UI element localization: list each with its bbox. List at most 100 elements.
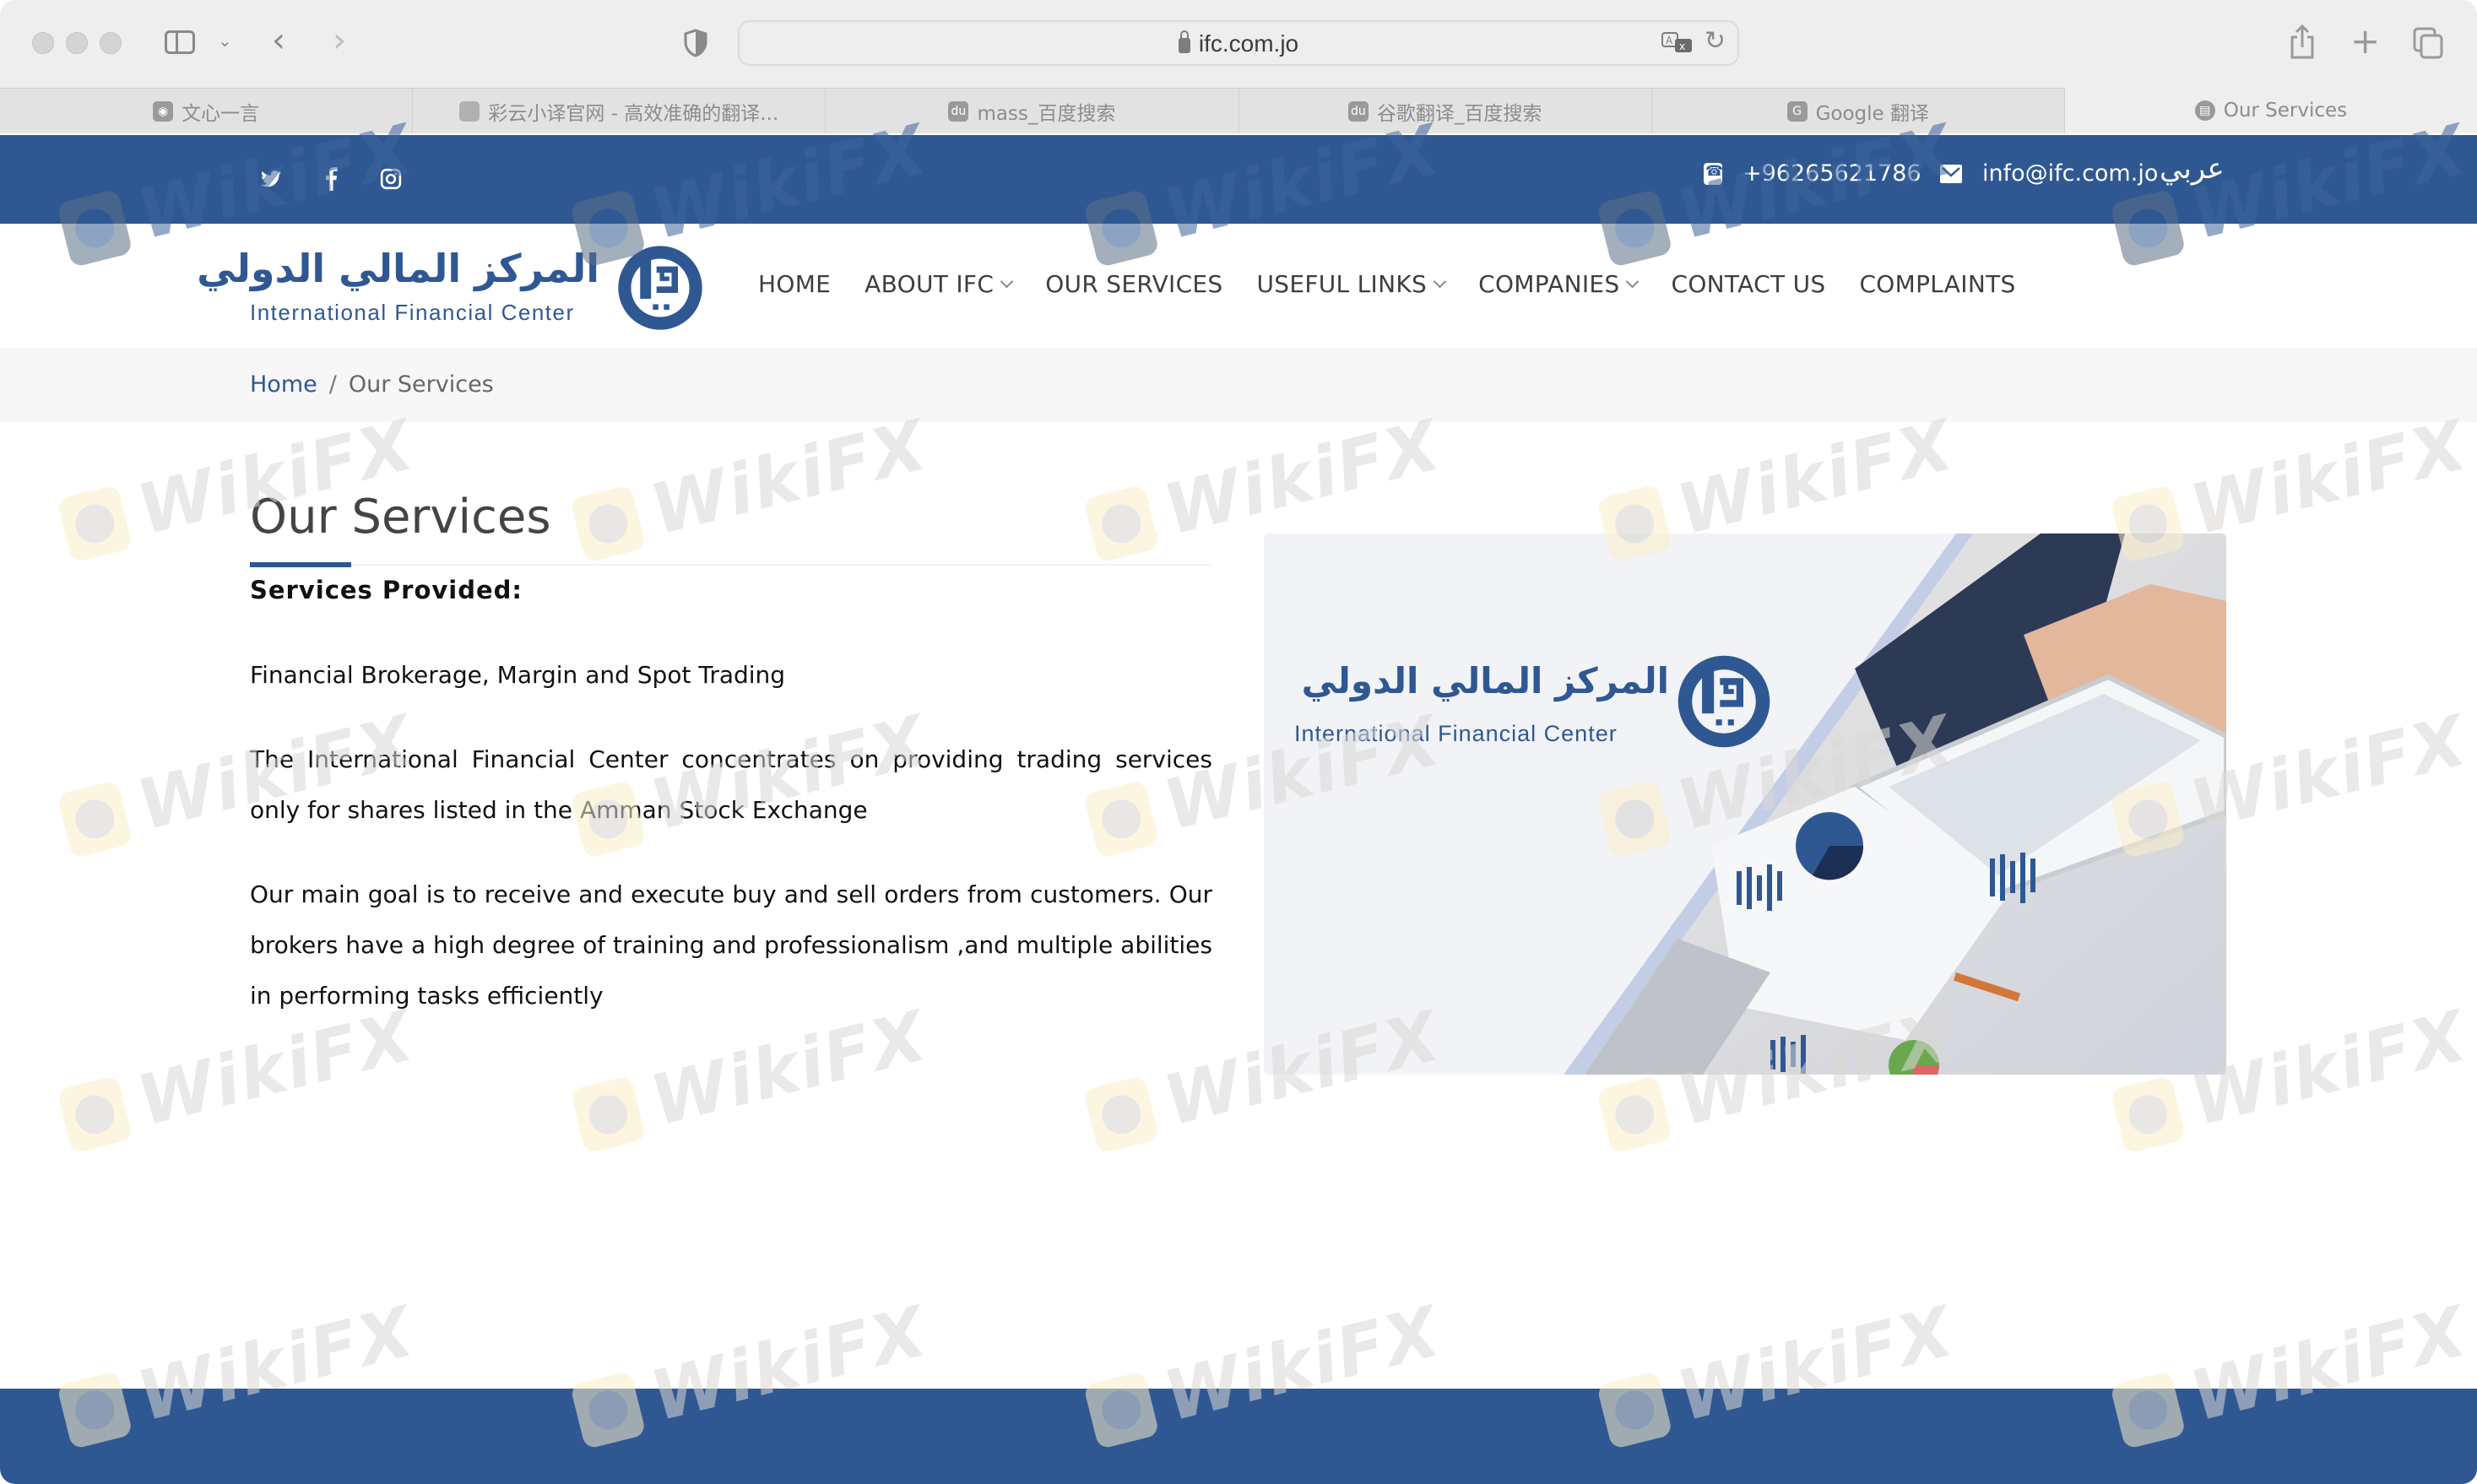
- wikifx-logo-icon: [2109, 1075, 2187, 1154]
- nav-contact-us[interactable]: CONTACT US: [1671, 270, 1825, 298]
- tab-strip: ◉ 文心一言 彩云小译官网 - 高效准确的翻译... du mass_百度搜索 …: [0, 88, 2477, 133]
- service-paragraph: Our main goal is to receive and execute …: [250, 880, 1212, 1010]
- svg-text:A: A: [1666, 35, 1673, 46]
- back-icon[interactable]: ‹: [272, 24, 285, 57]
- ifc-logo-mark-icon: [1678, 655, 1770, 748]
- wikifx-logo-icon: [1596, 1075, 1673, 1154]
- chevron-down-icon: [1000, 274, 1014, 289]
- tab-overview-icon[interactable]: [2413, 27, 2445, 59]
- tab-baidu-mass[interactable]: du mass_百度搜索: [826, 88, 1239, 133]
- wikifx-logo-icon: [1082, 484, 1160, 563]
- service-paragraph: The International Financial Center conce…: [250, 745, 1212, 824]
- google-translate-icon: G: [1786, 100, 1808, 122]
- tab-label: 彩云小译官网 - 高效准确的翻译...: [488, 102, 779, 125]
- baidu-icon: du: [1347, 100, 1369, 122]
- phone-contact[interactable]: +96265621786: [1704, 160, 1921, 187]
- chevron-down-icon[interactable]: ⌄: [218, 32, 232, 49]
- nav-about-ifc[interactable]: ABOUT IFC: [865, 270, 1014, 298]
- breadcrumb-separator: /: [328, 371, 337, 398]
- nav-companies[interactable]: COMPANIES: [1478, 270, 1640, 298]
- title-divider: [250, 564, 1212, 566]
- wikifx-watermark: WikiFX: [55, 405, 422, 570]
- site-logo[interactable]: المركز المالي الدولي International Finan…: [197, 241, 706, 333]
- top-contact-bar: +96265621786 info@ifc.com.jo عربي: [0, 135, 2477, 224]
- caiyun-icon: [459, 100, 480, 122]
- phone-icon: [1704, 162, 1723, 185]
- wikifx-logo-icon: [1082, 1075, 1160, 1154]
- title-accent-bar: [250, 562, 351, 567]
- url-display[interactable]: ifc.com.jo: [740, 30, 1737, 57]
- tab-wenxin[interactable]: ◉ 文心一言: [0, 88, 414, 133]
- logo-arabic-text: المركز المالي الدولي: [197, 246, 599, 291]
- tab-our-services[interactable]: ▤ Our Services: [2064, 88, 2477, 133]
- main-nav: HOME ABOUT IFC OUR SERVICES USEFUL LINKS…: [758, 270, 2016, 298]
- nav-our-services[interactable]: OUR SERVICES: [1045, 270, 1222, 298]
- site-footer: [0, 1389, 2477, 1484]
- facebook-icon[interactable]: [324, 167, 338, 191]
- wikifx-logo-icon: [569, 1075, 647, 1154]
- chevron-down-icon: [1626, 274, 1640, 289]
- tab-label: Google 翻译: [1815, 102, 1929, 125]
- tab-label: mass_百度搜索: [977, 102, 1116, 125]
- business-analytics-photo: [1264, 533, 2226, 1075]
- language-switch[interactable]: عربي: [2160, 152, 2225, 186]
- tab-label: Our Services: [2223, 100, 2348, 122]
- wikifx-logo-icon: [56, 1075, 133, 1154]
- tab-caiyun[interactable]: 彩云小译官网 - 高效准确的翻译...: [413, 88, 827, 133]
- watermark-text: WikiFX: [1670, 405, 1962, 551]
- nav-label: HOME: [758, 270, 832, 298]
- breadcrumb-home-link[interactable]: Home: [250, 371, 317, 398]
- reload-icon[interactable]: ↻: [1705, 29, 1726, 54]
- breadcrumb-current: Our Services: [348, 371, 494, 398]
- instagram-icon[interactable]: [380, 168, 402, 190]
- twitter-icon[interactable]: [260, 170, 282, 188]
- close-window-button[interactable]: [32, 32, 54, 54]
- nav-label: ABOUT IFC: [865, 270, 995, 298]
- wikifx-logo-icon: [569, 484, 647, 563]
- lock-icon: [1178, 30, 1190, 53]
- baidu-icon: du: [948, 100, 969, 122]
- breadcrumb-bar: Home / Our Services: [0, 348, 2477, 422]
- tab-label: 谷歌翻译_百度搜索: [1376, 102, 1542, 125]
- translate-icon[interactable]: A x: [1661, 31, 1694, 57]
- sidebar-toggle-icon[interactable]: [165, 30, 195, 54]
- ifc-logo-mark-icon: [618, 246, 702, 330]
- nav-home[interactable]: HOME: [758, 270, 831, 298]
- watermark-text: WikiFX: [643, 405, 935, 551]
- services-hero-image: المركز المالي الدولي International Finan…: [1264, 533, 2226, 1075]
- wikifx-logo-icon: [56, 779, 133, 858]
- logo-english-text: International Financial Center: [250, 300, 575, 325]
- minimize-window-button[interactable]: [66, 32, 88, 54]
- service-paragraph: Financial Brokerage, Margin and Spot Tra…: [250, 661, 786, 689]
- email-icon: [1940, 164, 1962, 183]
- forward-icon[interactable]: ›: [333, 24, 346, 57]
- services-subheading: Services Provided:: [250, 576, 523, 604]
- new-tab-icon[interactable]: +: [2350, 24, 2380, 59]
- watermark-text: WikiFX: [2183, 405, 2475, 551]
- privacy-shield-icon[interactable]: [684, 29, 707, 57]
- email-contact[interactable]: info@ifc.com.jo: [1940, 160, 2158, 187]
- url-text: ifc.com.jo: [1198, 30, 1299, 57]
- share-icon[interactable]: [2290, 24, 2315, 59]
- site-header: المركز المالي الدولي International Finan…: [0, 224, 2477, 348]
- page-title: Our Services: [250, 490, 551, 544]
- wikifx-logo-icon: [56, 484, 133, 563]
- hero-logo-arabic: المركز المالي الدولي: [1301, 660, 1669, 701]
- zoom-window-button[interactable]: [100, 32, 122, 54]
- ifc-icon: ▤: [2194, 100, 2215, 121]
- email-address[interactable]: info@ifc.com.jo: [1982, 160, 2158, 187]
- nav-complaints[interactable]: COMPLAINTS: [1859, 270, 2015, 298]
- hero-logo-english: International Financial Center: [1294, 721, 1618, 746]
- nav-label: COMPLAINTS: [1859, 270, 2016, 298]
- tab-baidu-google-translate[interactable]: du 谷歌翻译_百度搜索: [1238, 88, 1652, 133]
- breadcrumb: Home / Our Services: [250, 371, 494, 398]
- nav-useful-links[interactable]: USEFUL LINKS: [1257, 270, 1447, 298]
- watermark-text: WikiFX: [1157, 405, 1449, 551]
- tab-label: 文心一言: [182, 102, 260, 125]
- address-bar[interactable]: ifc.com.jo A x ↻: [738, 20, 1739, 66]
- tab-google-translate[interactable]: G Google 翻译: [1651, 88, 2065, 133]
- watermark-text: WikiFX: [2183, 701, 2475, 847]
- phone-number[interactable]: +96265621786: [1743, 160, 1921, 187]
- language-label[interactable]: عربي: [2160, 152, 2225, 186]
- wenxin-icon: ◉: [153, 100, 174, 122]
